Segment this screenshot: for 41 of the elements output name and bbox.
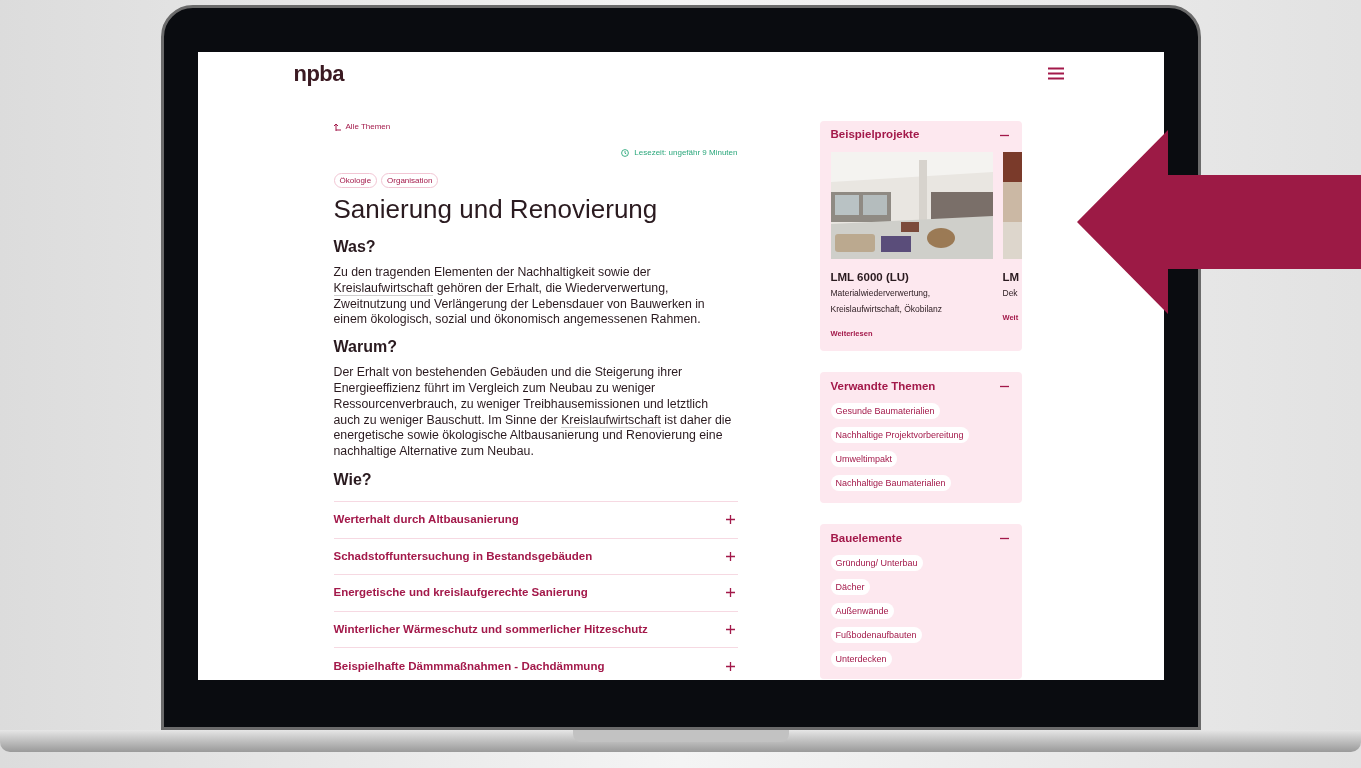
inline-link[interactable]: Kreislaufwirtschaft bbox=[561, 412, 661, 428]
accordion-item[interactable]: Schadstoffuntersuchung in Bestandsgebäuden bbox=[333, 538, 738, 576]
project-title[interactable]: LML 6000 (LU) bbox=[830, 270, 993, 284]
panel-title: Beispielprojekte bbox=[830, 127, 920, 143]
inline-link[interactable]: Kreislaufwirtschaft bbox=[333, 280, 434, 296]
project-keywords: Dek bbox=[1002, 287, 1019, 300]
plus-icon[interactable] bbox=[725, 625, 735, 635]
accordion-item[interactable]: Energetische und kreislaufgerechte Sanierung bbox=[333, 575, 738, 612]
back-link[interactable]: Alle Themen bbox=[333, 122, 738, 132]
topic-chip[interactable]: Gründung/ Unterbau bbox=[830, 555, 923, 572]
accordion-item[interactable]: Beispielhafte Dämmmaßnahmen - Dachdämmung bbox=[333, 648, 738, 680]
menu-icon[interactable] bbox=[1047, 66, 1064, 80]
topic-chip[interactable]: Fußbodenaufbauten bbox=[830, 627, 922, 644]
topic-chip[interactable]: Nachhaltige Baumaterialien bbox=[830, 475, 951, 492]
accordion-item[interactable]: Werterhalt durch Altbausanierung bbox=[333, 501, 738, 539]
clock-icon bbox=[621, 149, 630, 157]
logo[interactable]: npba bbox=[293, 56, 344, 90]
page-title: Sanierung und Renovierung bbox=[333, 193, 659, 225]
panel-title: Bauelemente bbox=[830, 530, 903, 546]
section-heading: Was? bbox=[333, 237, 377, 257]
topic-chip[interactable]: Nachhaltige Projektvorbereitung bbox=[830, 427, 969, 444]
section-heading: Wie? bbox=[333, 469, 373, 490]
plus-icon[interactable] bbox=[725, 661, 735, 671]
up-arrow-icon bbox=[333, 123, 341, 131]
project-keywords: Materialwiederverwertung, Kreislaufwirtschaft, Ökobilanz bbox=[830, 287, 943, 316]
topic-chip[interactable]: Umweltimpakt bbox=[830, 451, 897, 468]
topic-chip[interactable]: Gesunde Baumaterialien bbox=[830, 403, 940, 420]
plus-icon[interactable] bbox=[725, 588, 735, 598]
accordion-item[interactable]: Winterlicher Wärmeschutz und sommerlicher Hitzeschutz bbox=[333, 611, 738, 649]
plus-icon[interactable] bbox=[725, 515, 735, 525]
plus-icon[interactable] bbox=[725, 551, 735, 561]
paragraph: Zu den tragenden Elementen der Nachhaltigkeit sowie der Kreislaufwirtschaft gehören der Erhalt, die Wiederverwertung, Zweitnutzung und Verlängerung der Lebensdauer von Bauwerken in einem ökologisch, sozial und ökonomisch angemessenen Rahmen. bbox=[333, 265, 706, 329]
paragraph: Der Erhalt von bestehenden Gebäuden und die Steigerung ihrer Energieeffizienz führt im Vergleich zum Neubau zu weniger Ressourcenverbrauch, zu weniger Treibhausemissionen und letztlich auch zu weniger Bauschutt. Im Sinne der Kreislaufwirtschaft ist daher die energetische sowie ökologische Altbausanierung und Renovierung eine nachhaltige Alternative zum Neubau. bbox=[333, 365, 733, 460]
topic-chip[interactable]: Dächer bbox=[830, 579, 870, 596]
topic-chip[interactable]: Außenwände bbox=[830, 603, 894, 620]
reading-time: Lesezeit: ungefähr 9 Minuten bbox=[634, 147, 738, 159]
arrow-icon bbox=[1077, 130, 1361, 314]
project-title[interactable]: LM bbox=[1002, 270, 1022, 284]
section-heading: Warum? bbox=[333, 337, 398, 358]
topic-chip[interactable]: Unterdecken bbox=[830, 651, 892, 668]
panel-title: Verwandte Themen bbox=[830, 378, 936, 394]
